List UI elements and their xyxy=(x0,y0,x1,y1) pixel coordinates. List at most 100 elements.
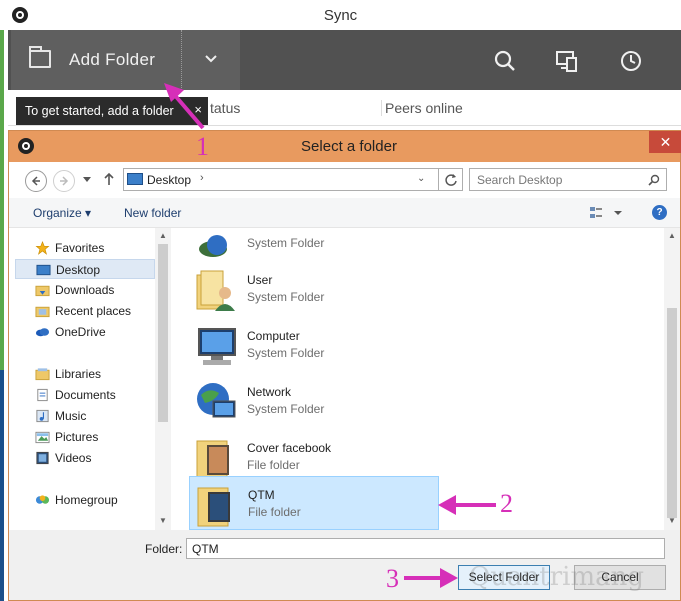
nav-homegroup-label: Homegroup xyxy=(55,493,118,507)
sync-toolbar: Add Folder xyxy=(8,30,681,90)
nav-item-label: Documents xyxy=(55,388,116,402)
scrollbar-thumb[interactable] xyxy=(158,244,168,422)
organize-menu-button[interactable]: Organize ▾ xyxy=(33,206,91,220)
file-type: System Folder xyxy=(247,236,325,250)
select-folder-dialog: Select a folder ✕ Desktop › ⌄ Search Des… xyxy=(8,130,681,601)
help-button[interactable]: ? xyxy=(652,205,667,220)
nav-pane-scrollbar[interactable]: ▲ ▼ xyxy=(155,228,171,530)
file-type: System Folder xyxy=(247,290,325,304)
nav-item-downloads[interactable]: Downloads xyxy=(15,280,155,300)
new-folder-button[interactable]: New folder xyxy=(124,206,181,220)
nav-item-documents[interactable]: Documents xyxy=(15,385,155,405)
folder-outline-icon xyxy=(29,46,51,68)
forward-button[interactable] xyxy=(53,170,75,192)
search-input[interactable]: Search Desktop xyxy=(469,168,667,191)
nav-item-desktop[interactable]: Desktop xyxy=(15,259,155,279)
address-bar[interactable]: Desktop › ⌄ xyxy=(123,168,439,191)
file-item[interactable]: Computer System Folder xyxy=(189,318,439,372)
documents-icon xyxy=(37,388,48,402)
add-folder-button[interactable]: Add Folder xyxy=(11,30,181,90)
scrollbar-thumb[interactable] xyxy=(667,308,677,518)
watermark: Quantrimang xyxy=(469,562,645,592)
column-header-status[interactable]: tatus xyxy=(210,100,240,116)
nav-favorites-label: Favorites xyxy=(55,241,105,255)
scroll-down-icon[interactable]: ▼ xyxy=(668,516,676,525)
scroll-up-icon[interactable]: ▲ xyxy=(159,231,167,240)
change-view-icon[interactable] xyxy=(589,205,625,221)
nav-item-label: Videos xyxy=(55,451,92,465)
sync-window-title: Sync xyxy=(323,7,358,24)
file-item[interactable]: User System Folder xyxy=(189,262,439,316)
file-name: Computer xyxy=(247,329,300,343)
nav-item-music[interactable]: Music xyxy=(15,406,155,426)
file-list-scrollbar[interactable]: ▲ ▼ xyxy=(664,228,680,530)
computer-icon xyxy=(198,328,236,365)
desktop-icon xyxy=(127,173,143,185)
devices-icon[interactable] xyxy=(554,48,580,74)
desktop-icon xyxy=(36,264,51,276)
column-header-peers-online[interactable]: Peers online xyxy=(381,100,463,116)
address-dropdown-icon[interactable]: ⌄ xyxy=(417,173,425,184)
nav-item-label: OneDrive xyxy=(55,325,106,339)
refresh-icon xyxy=(444,174,457,186)
folder-field-label: Folder: xyxy=(145,542,183,556)
tooltip-text: To get started, add a folder xyxy=(25,104,174,118)
search-icon xyxy=(648,174,660,186)
dialog-title: Select a folder xyxy=(301,138,397,155)
homegroup-icon xyxy=(35,495,50,504)
nav-libraries[interactable]: Libraries xyxy=(15,364,155,384)
system-folder-icon xyxy=(199,235,227,257)
add-folder-label: Add Folder xyxy=(69,50,156,69)
file-name: Cover facebook xyxy=(247,441,332,455)
file-name: QTM xyxy=(248,488,275,502)
navigation-bar: Desktop › ⌄ Search Desktop xyxy=(9,162,680,198)
desktop-background-strip xyxy=(0,30,4,370)
file-item[interactable]: Network System Folder xyxy=(189,374,439,428)
folder-icon xyxy=(197,487,230,527)
user-folder-icon xyxy=(196,270,235,311)
file-type: File folder xyxy=(247,458,300,472)
nav-item-pictures[interactable]: Pictures xyxy=(15,427,155,447)
desktop-background-strip-lower xyxy=(0,370,4,601)
nav-item-label: Recent places xyxy=(55,304,132,318)
network-globe-icon xyxy=(197,383,236,418)
file-name: User xyxy=(247,273,273,287)
address-location[interactable]: Desktop xyxy=(147,173,191,187)
annotation-number-2: 2 xyxy=(500,489,513,518)
nav-homegroup[interactable]: Homegroup xyxy=(15,490,155,510)
recent-places-icon xyxy=(35,306,50,318)
scroll-up-icon[interactable]: ▲ xyxy=(668,231,676,240)
libraries-icon xyxy=(35,368,50,381)
pictures-icon xyxy=(35,431,50,444)
arrow-right-icon xyxy=(60,176,69,186)
nav-item-recent-places[interactable]: Recent places xyxy=(15,301,155,321)
nav-item-onedrive[interactable]: OneDrive xyxy=(15,322,155,342)
folder-name-input[interactable]: QTM xyxy=(186,538,665,559)
file-item-selected[interactable]: QTM File folder xyxy=(189,476,439,530)
sync-titlebar: Sync xyxy=(0,0,681,30)
search-icon[interactable] xyxy=(492,48,518,74)
dialog-titlebar: Select a folder ✕ xyxy=(9,131,681,162)
refresh-button[interactable] xyxy=(439,168,463,191)
tooltip-close-icon[interactable]: × xyxy=(194,102,202,117)
folder-icon xyxy=(196,440,229,480)
recent-locations-icon[interactable] xyxy=(83,177,91,183)
nav-libraries-label: Libraries xyxy=(55,367,102,381)
scroll-down-icon[interactable]: ▼ xyxy=(159,516,167,525)
file-item[interactable]: System Folder xyxy=(189,228,439,262)
breadcrumb-chevron-icon[interactable]: › xyxy=(200,172,204,184)
add-folder-dropdown-button[interactable] xyxy=(181,30,240,90)
nav-favorites[interactable]: Favorites xyxy=(15,238,155,258)
dialog-close-button[interactable]: ✕ xyxy=(649,131,681,153)
file-name: Network xyxy=(247,385,292,399)
annotation-number-1: 1 xyxy=(196,132,209,161)
command-bar: Organize ▾ New folder ? xyxy=(9,198,680,228)
annotation-number-3: 3 xyxy=(386,564,399,593)
arrow-up-icon[interactable] xyxy=(103,172,115,186)
back-button[interactable] xyxy=(25,170,47,192)
search-placeholder: Search Desktop xyxy=(477,173,563,187)
dialog-footer: Folder: QTM Select Folder Cancel Quantri… xyxy=(9,530,680,600)
clock-icon[interactable] xyxy=(618,48,644,74)
nav-item-videos[interactable]: Videos xyxy=(15,448,155,468)
music-icon xyxy=(36,409,49,423)
